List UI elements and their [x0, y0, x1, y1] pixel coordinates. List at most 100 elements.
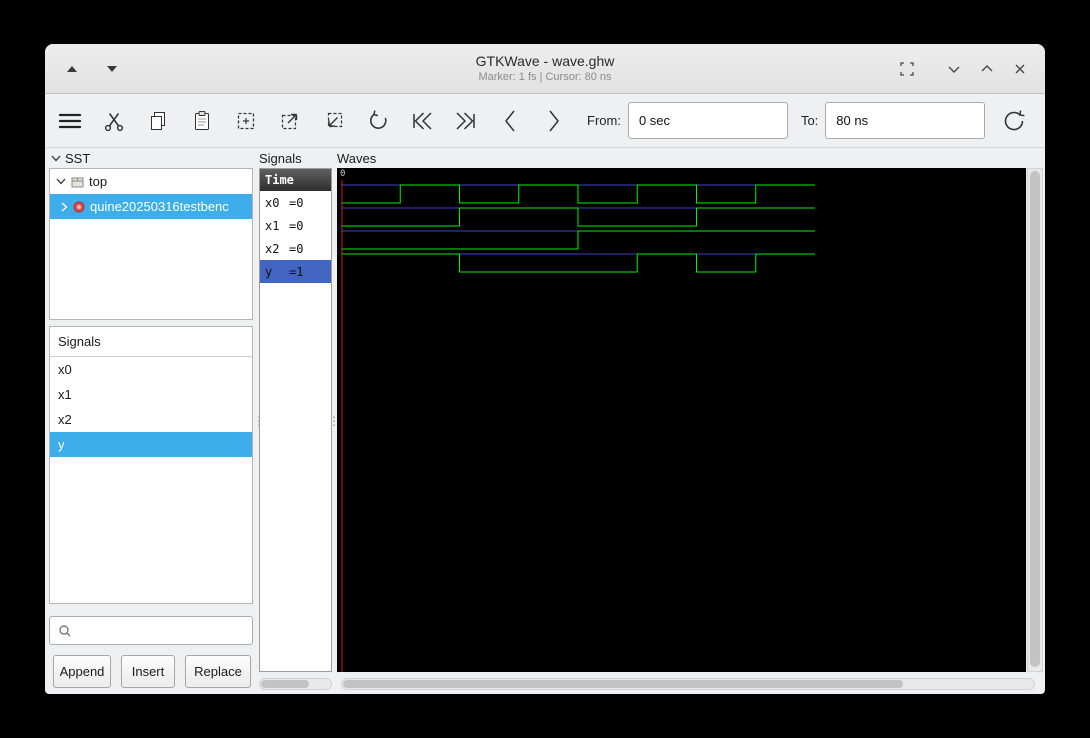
collapse-chevron-icon — [51, 155, 61, 162]
waves-vscrollbar[interactable] — [1027, 168, 1043, 672]
signal-value: =0 — [289, 241, 304, 256]
signal-row-y[interactable]: y =1 — [260, 260, 331, 283]
zoom-fit-icon — [237, 112, 255, 129]
module-icon — [71, 177, 84, 187]
fullscreen-button[interactable] — [898, 60, 916, 78]
zoom-in-icon — [281, 113, 298, 129]
signal-search-box[interactable] — [49, 616, 253, 645]
replace-button[interactable]: Replace — [185, 655, 251, 688]
timeline-origin-label: 0 — [340, 169, 346, 179]
zoom-fit-button[interactable] — [233, 104, 259, 138]
sst-signals-frame: Signals x0 x1 x2 y — [49, 326, 253, 604]
triangle-down-icon — [107, 66, 117, 72]
signals-hscrollbar[interactable] — [259, 678, 332, 690]
signals-panel-label: Signals — [259, 151, 302, 166]
sst-signal-x1[interactable]: x1 — [50, 382, 252, 407]
paste-button[interactable] — [189, 104, 215, 138]
chevron-right-icon — [549, 110, 559, 131]
undo-button[interactable] — [365, 104, 391, 138]
shade-down-button[interactable] — [103, 60, 121, 78]
to-label: To: — [800, 113, 819, 128]
maximize-button[interactable] — [978, 60, 996, 78]
scissors-icon — [104, 112, 124, 131]
go-to-end-button[interactable] — [453, 104, 479, 138]
titlebar[interactable]: GTKWave - wave.ghw Marker: 1 fs | Cursor… — [45, 44, 1045, 94]
waves-hscroll-thumb[interactable] — [343, 680, 903, 688]
sst-signals-frame-label: Signals — [50, 327, 252, 357]
zoom-out-button[interactable] — [321, 104, 347, 138]
close-icon — [1015, 64, 1025, 74]
chevron-up-icon — [981, 65, 993, 72]
prev-edge-button[interactable] — [497, 104, 523, 138]
next-edge-button[interactable] — [541, 104, 567, 138]
reload-button[interactable] — [1001, 104, 1027, 138]
app-window: GTKWave - wave.ghw Marker: 1 fs | Cursor… — [45, 44, 1045, 694]
signal-names-list: Time x0 =0 x1 =0 x2 =0 y =1 — [259, 168, 332, 672]
process-icon — [73, 201, 85, 212]
signal-row-x1[interactable]: x1 =0 — [260, 214, 331, 237]
reload-icon — [1005, 109, 1025, 130]
signal-value: =1 — [289, 264, 304, 279]
sst-signal-x2[interactable]: x2 — [50, 407, 252, 432]
signal-name: y — [265, 264, 273, 279]
signal-name: x0 — [265, 195, 280, 210]
from-label: From: — [587, 113, 621, 128]
go-to-start-button[interactable] — [409, 104, 435, 138]
zoom-out-icon — [327, 112, 343, 127]
copy-button[interactable] — [145, 104, 171, 138]
insert-button[interactable]: Insert — [121, 655, 175, 688]
sst-header[interactable]: SST — [51, 151, 90, 166]
tree-item-label: quine20250316testbenc — [90, 199, 229, 214]
marker-cursor-status: Marker: 1 fs | Cursor: 80 ns — [478, 71, 612, 83]
waves-hscrollbar[interactable] — [341, 678, 1035, 690]
minimize-button[interactable] — [945, 60, 963, 78]
expander-down-icon[interactable] — [56, 178, 66, 185]
search-icon — [59, 624, 70, 637]
main-content: SST top quine20250316testbenc Signals x0… — [45, 148, 1045, 694]
sst-signal-x0[interactable]: x0 — [50, 357, 252, 382]
chevron-down-icon — [948, 66, 960, 73]
signal-row-x0[interactable]: x0 =0 — [260, 191, 331, 214]
sst-tree: top quine20250316testbenc — [49, 168, 253, 320]
append-button[interactable]: Append — [53, 655, 111, 688]
cut-button[interactable] — [101, 104, 127, 138]
signal-names-panel: Signals Time x0 =0 x1 =0 x2 =0 y =1 — [259, 148, 332, 694]
menu-button[interactable] — [57, 104, 83, 138]
signals-hscroll-thumb[interactable] — [261, 680, 309, 688]
waves-panel: Waves 0 — [337, 148, 1045, 694]
from-input[interactable] — [627, 102, 788, 139]
copy-icon — [151, 111, 165, 130]
corner-frame-icon — [900, 62, 914, 76]
signal-row-x2[interactable]: x2 =0 — [260, 237, 331, 260]
undo-icon — [370, 109, 387, 129]
signal-value: =0 — [289, 195, 304, 210]
tree-item-top[interactable]: top — [50, 169, 252, 194]
to-input[interactable] — [825, 102, 986, 139]
signal-name: x1 — [265, 218, 280, 233]
waves-vscroll-thumb[interactable] — [1030, 171, 1040, 667]
main-toolbar: From: To: — [45, 94, 1045, 148]
shade-up-button[interactable] — [63, 60, 81, 78]
sst-signal-y[interactable]: y — [50, 432, 252, 457]
expander-right-icon[interactable] — [60, 202, 68, 212]
waves-panel-label: Waves — [337, 151, 377, 166]
wave-canvas[interactable]: 0 — [337, 168, 1026, 672]
skip-to-start-icon — [413, 111, 432, 130]
close-button[interactable] — [1011, 60, 1029, 78]
skip-to-end-icon — [456, 111, 475, 130]
signal-value: =0 — [289, 218, 304, 233]
tree-item-testbench[interactable]: quine20250316testbenc — [50, 194, 252, 219]
sst-header-label: SST — [65, 151, 91, 166]
paste-icon — [195, 110, 209, 130]
menu-icon — [58, 113, 82, 128]
sst-panel: SST top quine20250316testbenc Signals x0… — [45, 148, 257, 694]
window-title: GTKWave - wave.ghw — [475, 53, 615, 69]
chevron-left-icon — [505, 110, 515, 131]
tree-item-label: top — [89, 174, 108, 189]
zoom-in-button[interactable] — [277, 104, 303, 138]
signal-name: x2 — [265, 241, 280, 256]
time-header[interactable]: Time — [260, 169, 331, 191]
triangle-up-icon — [67, 66, 77, 72]
waveform-traces — [341, 180, 815, 672]
signal-search-input[interactable] — [76, 617, 252, 644]
